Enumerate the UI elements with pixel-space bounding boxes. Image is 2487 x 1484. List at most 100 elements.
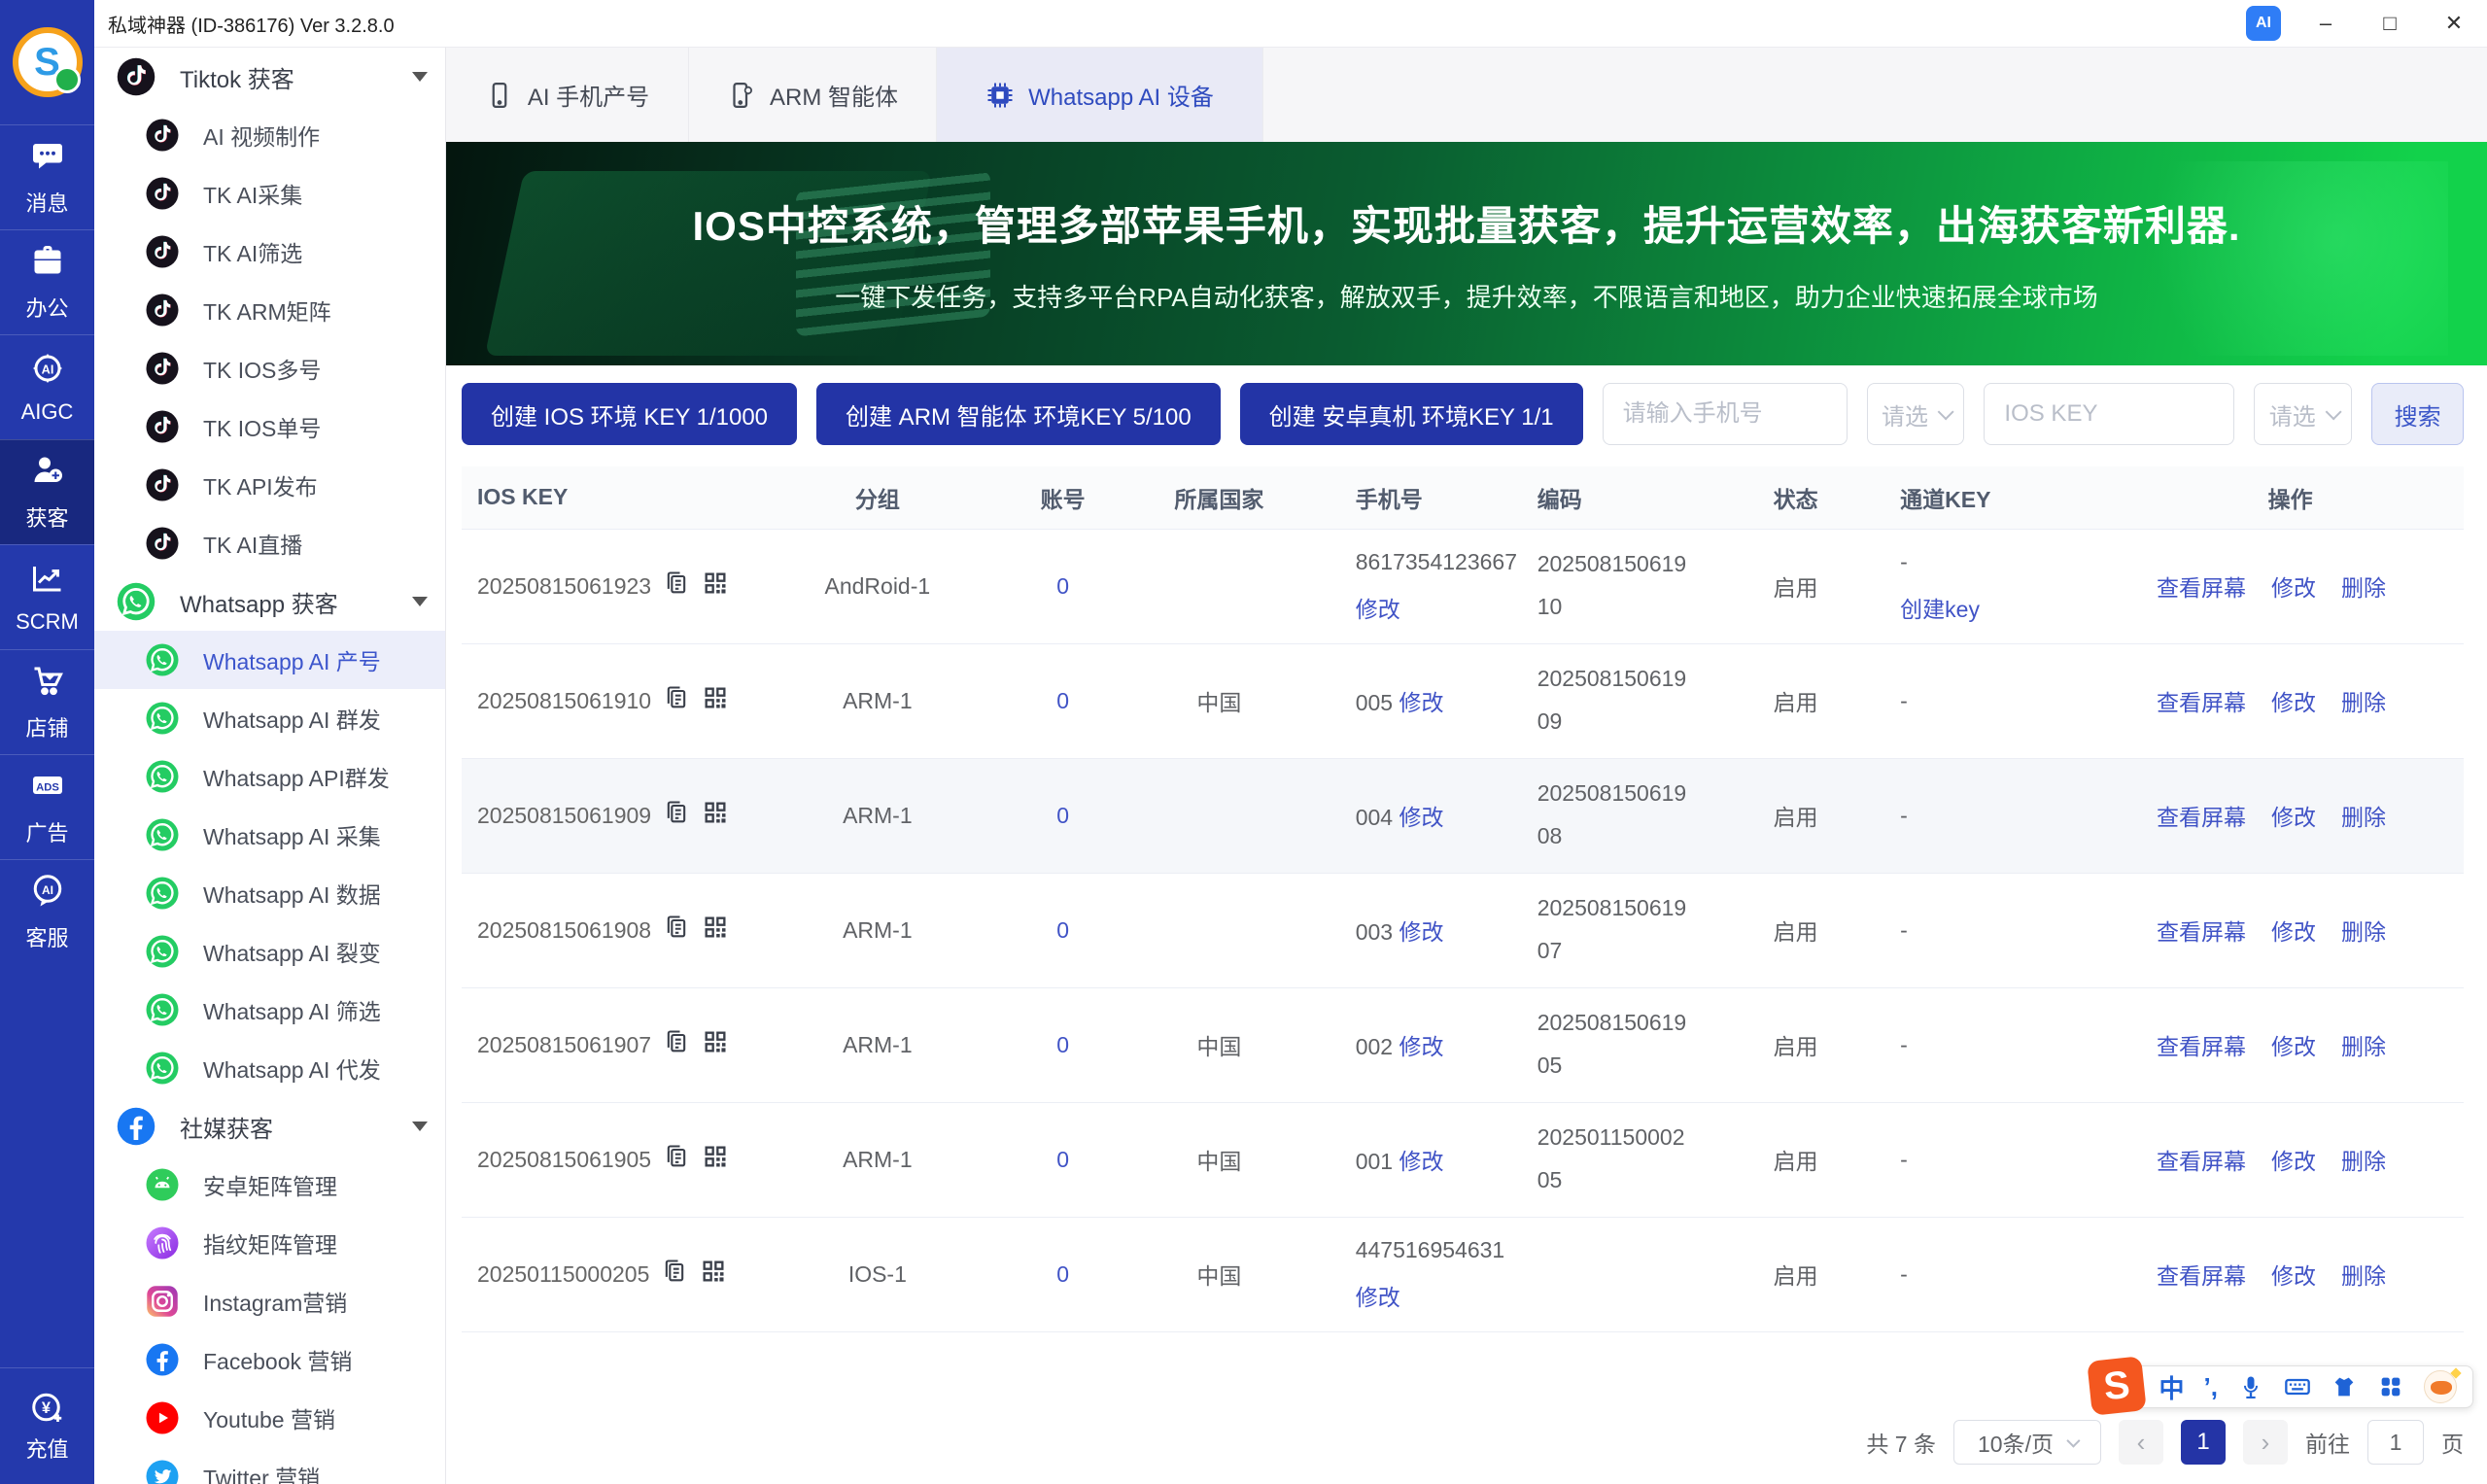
view-screen-link[interactable]: 查看屏幕 bbox=[2157, 805, 2246, 830]
rail-item-SCRM[interactable]: SCRM bbox=[0, 544, 94, 649]
copy-icon[interactable] bbox=[663, 1028, 690, 1061]
view-screen-link[interactable]: 查看屏幕 bbox=[2157, 1263, 2246, 1289]
copy-icon[interactable] bbox=[661, 1258, 688, 1291]
sidebar-item-安卓矩阵管理[interactable]: 安卓矩阵管理 bbox=[94, 1156, 445, 1214]
delete-row-link[interactable]: 删除 bbox=[2341, 919, 2386, 945]
sidebar-item-社媒获客[interactable]: 社媒获客 bbox=[94, 1097, 445, 1156]
sidebar-item-TK ARM矩阵[interactable]: TK ARM矩阵 bbox=[94, 281, 445, 339]
account-count-link[interactable]: 0 bbox=[1056, 688, 1069, 713]
copy-icon[interactable] bbox=[663, 569, 690, 603]
account-count-link[interactable]: 0 bbox=[1056, 573, 1069, 599]
sidebar-item-Whatsapp AI 裂变[interactable]: Whatsapp AI 裂变 bbox=[94, 922, 445, 981]
rail-item-recharge[interactable]: ¥ 充值 bbox=[0, 1367, 94, 1484]
close-button[interactable]: ✕ bbox=[2435, 6, 2473, 41]
next-page-button[interactable]: › bbox=[2243, 1420, 2288, 1465]
sidebar-item-Tiktok 获客[interactable]: Tiktok 获客 bbox=[94, 48, 445, 106]
sidebar-item-指纹矩阵管理[interactable]: 指纹矩阵管理 bbox=[94, 1214, 445, 1272]
create-android-key-button[interactable]: 创建 安卓真机 环境KEY 1/1 bbox=[1240, 383, 1583, 445]
edit-phone-link[interactable]: 修改 bbox=[1399, 1149, 1443, 1174]
sogou-logo-icon[interactable]: S bbox=[2087, 1356, 2147, 1416]
rail-item-AIGC[interactable]: AIAIGC bbox=[0, 334, 94, 439]
filter-select-2[interactable]: 请选 bbox=[2254, 383, 2352, 445]
tab-Whatsapp AI 设备[interactable]: Whatsapp AI 设备 bbox=[937, 48, 1263, 142]
minimize-button[interactable]: – bbox=[2306, 6, 2345, 41]
sidebar-item-TK AI直播[interactable]: TK AI直播 bbox=[94, 514, 445, 572]
delete-row-link[interactable]: 删除 bbox=[2341, 575, 2386, 601]
goto-page-input[interactable] bbox=[2367, 1420, 2424, 1465]
tab-AI 手机产号[interactable]: AI 手机产号 bbox=[446, 48, 689, 142]
account-count-link[interactable]: 0 bbox=[1056, 917, 1069, 943]
sidebar-item-TK IOS单号[interactable]: TK IOS单号 bbox=[94, 397, 445, 456]
sidebar-item-Whatsapp API群发[interactable]: Whatsapp API群发 bbox=[94, 747, 445, 806]
edit-row-link[interactable]: 修改 bbox=[2271, 1149, 2316, 1174]
edit-row-link[interactable]: 修改 bbox=[2271, 575, 2316, 601]
keyboard-icon[interactable] bbox=[2284, 1373, 2311, 1400]
skin-icon[interactable] bbox=[2331, 1373, 2358, 1400]
copy-icon[interactable] bbox=[663, 799, 690, 832]
edit-phone-link[interactable]: 修改 bbox=[1356, 1285, 1400, 1310]
edit-row-link[interactable]: 修改 bbox=[2271, 1034, 2316, 1059]
edit-row-link[interactable]: 修改 bbox=[2271, 1263, 2316, 1289]
qr-icon[interactable] bbox=[702, 799, 729, 832]
sidebar-item-Twitter 营销[interactable]: Twitter 营销 bbox=[94, 1447, 445, 1484]
ime-language-toggle[interactable]: 中 bbox=[2159, 1369, 2185, 1405]
prev-page-button[interactable]: ‹ bbox=[2119, 1420, 2163, 1465]
create-channel-key-link[interactable]: 创建key bbox=[1900, 597, 1980, 622]
microphone-icon[interactable] bbox=[2237, 1373, 2264, 1400]
account-count-link[interactable]: 0 bbox=[1056, 803, 1069, 828]
sidebar-item-TK IOS多号[interactable]: TK IOS多号 bbox=[94, 339, 445, 397]
sidebar-item-AI 视频制作[interactable]: AI 视频制作 bbox=[94, 106, 445, 164]
sidebar-item-Whatsapp AI 代发[interactable]: Whatsapp AI 代发 bbox=[94, 1039, 445, 1097]
delete-row-link[interactable]: 删除 bbox=[2341, 1263, 2386, 1289]
qr-icon[interactable] bbox=[702, 1028, 729, 1061]
toolbox-grid-icon[interactable] bbox=[2377, 1373, 2404, 1400]
create-arm-key-button[interactable]: 创建 ARM 智能体 环境KEY 5/100 bbox=[816, 383, 1221, 445]
search-button[interactable]: 搜索 bbox=[2371, 383, 2464, 445]
rail-item-广告[interactable]: ADS广告 bbox=[0, 754, 94, 859]
edit-row-link[interactable]: 修改 bbox=[2271, 805, 2316, 830]
sidebar-item-Facebook 营销[interactable]: Facebook 营销 bbox=[94, 1330, 445, 1389]
sidebar-item-Whatsapp AI 群发[interactable]: Whatsapp AI 群发 bbox=[94, 689, 445, 747]
tab-ARM 智能体[interactable]: ARM 智能体 bbox=[689, 48, 937, 142]
delete-row-link[interactable]: 删除 bbox=[2341, 805, 2386, 830]
ime-punctuation-toggle[interactable]: ’, bbox=[2204, 1372, 2218, 1402]
rail-item-客服[interactable]: AI客服 bbox=[0, 859, 94, 964]
edit-phone-link[interactable]: 修改 bbox=[1399, 805, 1443, 830]
view-screen-link[interactable]: 查看屏幕 bbox=[2157, 690, 2246, 715]
edit-row-link[interactable]: 修改 bbox=[2271, 690, 2316, 715]
account-count-link[interactable]: 0 bbox=[1056, 1147, 1069, 1172]
current-page-button[interactable]: 1 bbox=[2181, 1420, 2226, 1465]
copy-icon[interactable] bbox=[663, 914, 690, 947]
qr-icon[interactable] bbox=[702, 1143, 729, 1176]
page-size-select[interactable]: 10条/页 bbox=[1953, 1420, 2101, 1465]
sidebar-item-Whatsapp AI 数据[interactable]: Whatsapp AI 数据 bbox=[94, 864, 445, 922]
view-screen-link[interactable]: 查看屏幕 bbox=[2157, 1149, 2246, 1174]
sidebar-item-Whatsapp AI 采集[interactable]: Whatsapp AI 采集 bbox=[94, 806, 445, 864]
delete-row-link[interactable]: 删除 bbox=[2341, 1149, 2386, 1174]
qr-icon[interactable] bbox=[700, 1258, 727, 1291]
sidebar-item-Whatsapp AI 产号[interactable]: Whatsapp AI 产号 bbox=[94, 631, 445, 689]
view-screen-link[interactable]: 查看屏幕 bbox=[2157, 1034, 2246, 1059]
qr-icon[interactable] bbox=[702, 914, 729, 947]
delete-row-link[interactable]: 删除 bbox=[2341, 690, 2386, 715]
account-count-link[interactable]: 0 bbox=[1056, 1261, 1069, 1287]
ios-key-search-input[interactable] bbox=[1984, 383, 2234, 445]
maximize-button[interactable]: □ bbox=[2370, 6, 2409, 41]
qr-icon[interactable] bbox=[702, 684, 729, 717]
edit-phone-link[interactable]: 修改 bbox=[1399, 1034, 1443, 1059]
sidebar-item-TK AI筛选[interactable]: TK AI筛选 bbox=[94, 223, 445, 281]
copy-icon[interactable] bbox=[663, 684, 690, 717]
ime-mascot-icon[interactable] bbox=[2424, 1370, 2457, 1403]
phone-search-input[interactable] bbox=[1603, 383, 1848, 445]
rail-item-店铺[interactable]: 店铺 bbox=[0, 649, 94, 754]
delete-row-link[interactable]: 删除 bbox=[2341, 1034, 2386, 1059]
view-screen-link[interactable]: 查看屏幕 bbox=[2157, 575, 2246, 601]
view-screen-link[interactable]: 查看屏幕 bbox=[2157, 919, 2246, 945]
edit-phone-link[interactable]: 修改 bbox=[1356, 597, 1400, 622]
sidebar-item-Whatsapp 获客[interactable]: Whatsapp 获客 bbox=[94, 572, 445, 631]
sidebar-item-Youtube 营销[interactable]: Youtube 营销 bbox=[94, 1389, 445, 1447]
ai-assistant-icon[interactable]: AI bbox=[2246, 6, 2281, 41]
sidebar-item-TK API发布[interactable]: TK API发布 bbox=[94, 456, 445, 514]
rail-item-获客[interactable]: 获客 bbox=[0, 439, 94, 544]
account-count-link[interactable]: 0 bbox=[1056, 1032, 1069, 1057]
